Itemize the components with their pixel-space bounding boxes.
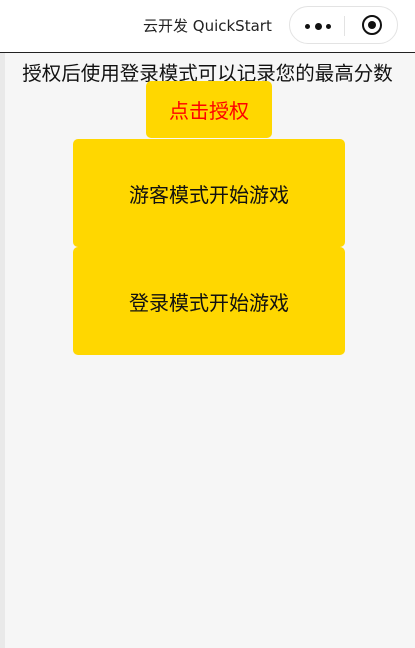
page-left-edge — [0, 0, 5, 648]
login-mode-start-button[interactable]: 登录模式开始游戏 — [73, 247, 345, 355]
menu-capsule — [289, 6, 398, 44]
authorize-button[interactable]: 点击授权 — [146, 81, 272, 138]
guest-mode-start-button[interactable]: 游客模式开始游戏 — [73, 139, 345, 247]
page-title: 云开发 QuickStart — [143, 17, 272, 35]
capsule-divider — [344, 16, 345, 36]
target-circle-icon[interactable] — [362, 15, 382, 35]
navigation-bar: 云开发 QuickStart — [0, 0, 415, 53]
more-dots-icon[interactable] — [303, 15, 333, 35]
